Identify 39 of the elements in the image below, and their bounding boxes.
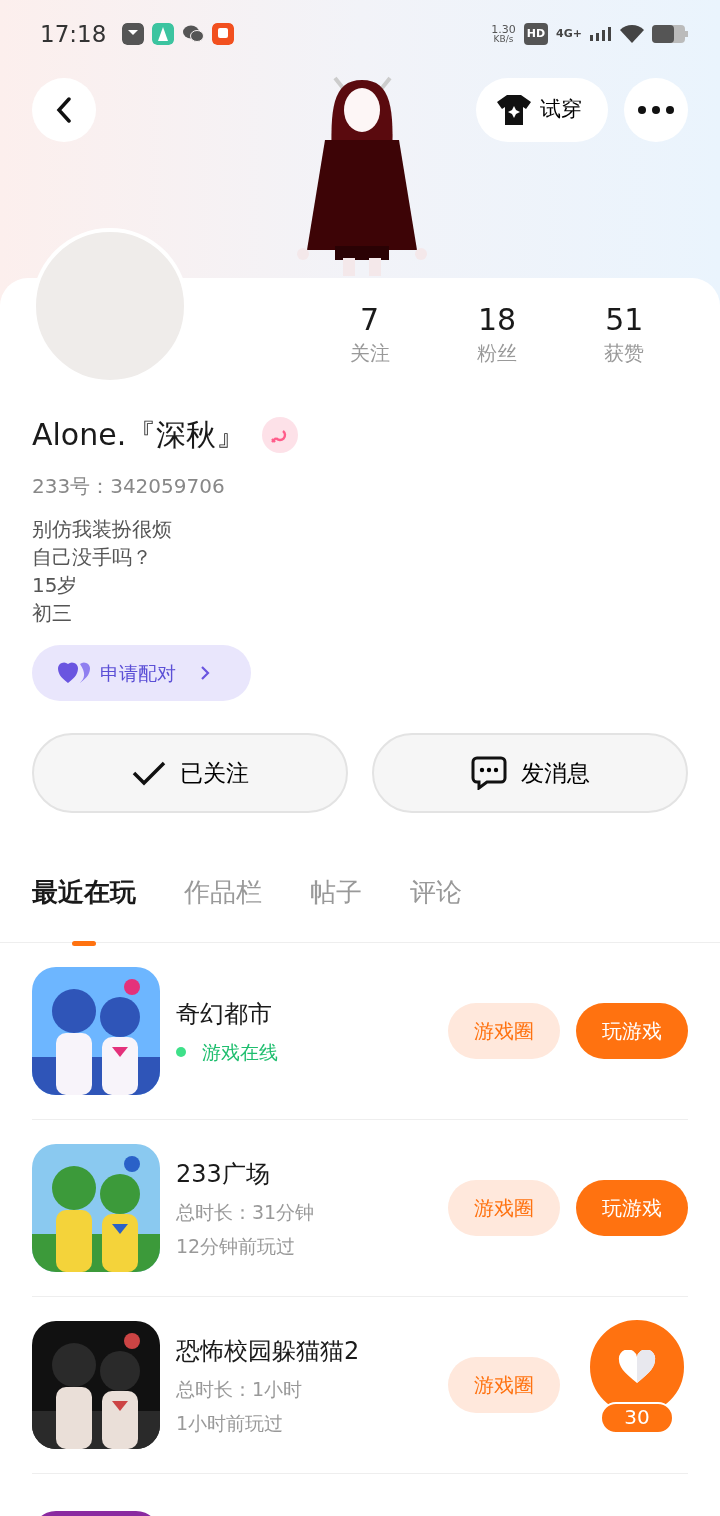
play-duration: 总时长：1小时 — [176, 1376, 304, 1402]
network-speed-unit: KB/s — [493, 35, 514, 44]
stat-count: 7 — [359, 302, 381, 338]
user-id: 233号：342059706 — [32, 473, 226, 500]
bio-line: 自己没手吗？ — [32, 544, 153, 571]
game-circle-button[interactable]: 游戏圈 — [448, 1003, 560, 1059]
game-title: 奇幻都市 — [176, 998, 273, 1030]
tab[interactable]: 作品栏 — [184, 873, 262, 912]
network-speed: 1.30 — [491, 24, 516, 35]
stat-label: 获赞 — [603, 340, 646, 367]
play-duration: 总时长：31分钟 — [176, 1199, 316, 1225]
bio-line: 初三 — [32, 600, 73, 627]
try-on-button[interactable]: 试穿 — [476, 78, 608, 142]
last-played: 12分钟前玩过 — [176, 1234, 297, 1259]
last-played: 1小时前玩过 — [176, 1411, 285, 1436]
online-status: 游戏在线 — [202, 1039, 278, 1065]
tab[interactable]: 帖子 — [310, 873, 362, 912]
like-count: 30 — [600, 1402, 674, 1434]
follow-button[interactable]: 已关注 — [32, 733, 348, 813]
pair-request-button[interactable]: 申请配对 — [32, 645, 251, 701]
stat-count: 51 — [604, 302, 645, 338]
hd-badge: HD — [523, 22, 549, 46]
play-game-button[interactable]: 玩游戏 — [576, 1180, 688, 1236]
status-time: 17:18 — [40, 19, 107, 49]
stat-label: 粉丝 — [476, 340, 518, 367]
game-title: 233广场 — [176, 1158, 271, 1190]
bio-line: 别仿我装扮很烦 — [32, 516, 173, 543]
game-title: 恐怖校园躲猫猫2 — [176, 1335, 361, 1367]
game-circle-button[interactable]: 游戏圈 — [448, 1357, 560, 1413]
stat-label: 关注 — [348, 340, 391, 367]
stat-count: 18 — [476, 302, 518, 338]
message-button[interactable]: 发消息 — [372, 733, 688, 813]
play-game-button[interactable]: 玩游戏 — [576, 1003, 688, 1059]
user-name: Alone.『深秋』 — [32, 416, 247, 454]
network-type: 4G+ — [556, 25, 582, 42]
tab[interactable]: 最近在玩 — [32, 873, 136, 912]
tab[interactable]: 评论 — [410, 873, 462, 912]
bio-line: 15岁 — [32, 572, 79, 599]
game-circle-button[interactable]: 游戏圈 — [448, 1180, 560, 1236]
